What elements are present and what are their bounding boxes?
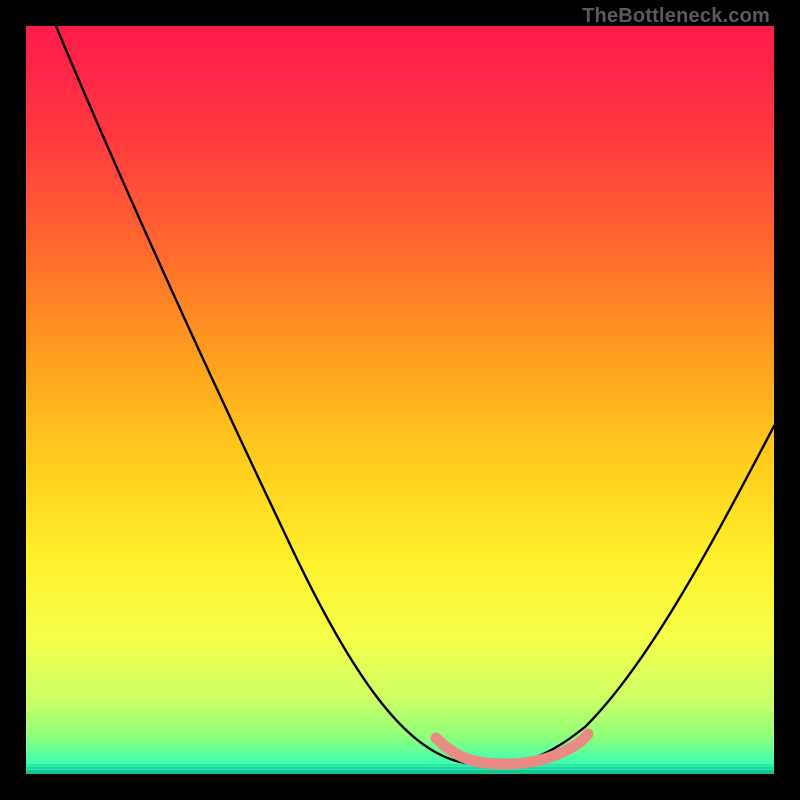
chart-frame: TheBottleneck.com [0,0,800,800]
bottleneck-curve [56,26,774,766]
curve-layer [26,26,774,774]
optimal-zone-highlight [436,734,588,764]
plot-area [26,26,774,774]
watermark: TheBottleneck.com [582,5,770,28]
